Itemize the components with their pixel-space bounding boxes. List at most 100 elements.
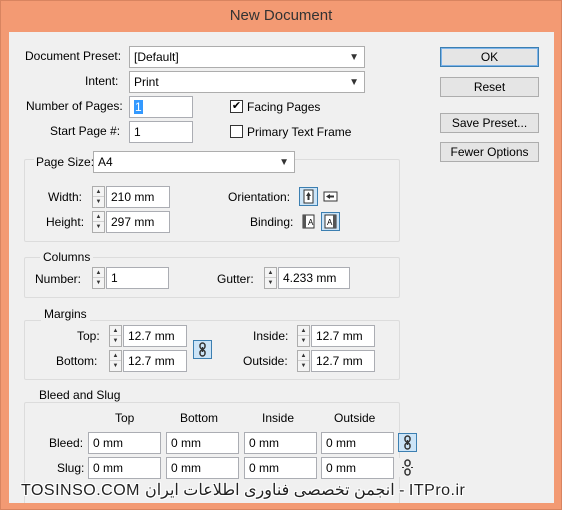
arrow-down-icon[interactable]: ▼ xyxy=(93,222,104,232)
binding-right-to-left-icon[interactable]: A xyxy=(321,212,340,231)
facing-pages-label: Facing Pages xyxy=(247,100,321,114)
bleed-slug-title: Bleed and Slug xyxy=(36,388,124,402)
margin-bottom-label: Bottom: xyxy=(56,354,98,368)
columns-number-value: 1 xyxy=(111,271,118,285)
arrow-up-icon[interactable]: ▲ xyxy=(298,351,309,361)
bleed-top-input[interactable]: 0 mm xyxy=(88,432,161,454)
gutter-input[interactable]: 4.233 mm xyxy=(278,267,350,289)
columns-number-input[interactable]: 1 xyxy=(106,267,169,289)
margin-bottom-stepper[interactable]: ▲ ▼ xyxy=(109,350,122,372)
height-label: Height: xyxy=(46,215,85,229)
arrow-down-icon[interactable]: ▼ xyxy=(298,361,309,371)
arrow-down-icon[interactable]: ▼ xyxy=(265,278,276,288)
svg-text:A: A xyxy=(308,218,314,227)
arrow-up-icon[interactable]: ▲ xyxy=(265,268,276,278)
facing-pages-checkbox[interactable]: ✔ xyxy=(230,100,243,113)
slug-top-input[interactable]: 0 mm xyxy=(88,457,161,479)
columns-number-stepper[interactable]: ▲ ▼ xyxy=(92,267,105,289)
start-page-input[interactable]: 1 xyxy=(129,121,193,143)
window-title: New Document xyxy=(229,7,333,24)
document-preset-label: Document Preset: xyxy=(25,49,122,63)
gutter-label: Gutter: xyxy=(217,272,254,286)
bleed-link-icon[interactable] xyxy=(398,433,417,452)
margin-outside-label: Outside: xyxy=(243,354,288,368)
fewer-options-button[interactable]: Fewer Options xyxy=(440,142,539,162)
intent-value: Print xyxy=(134,75,159,89)
slug-top-value: 0 mm xyxy=(93,461,123,475)
margin-inside-label: Inside: xyxy=(253,329,289,343)
arrow-down-icon[interactable]: ▼ xyxy=(298,336,309,346)
page-size-select[interactable]: A4 ▼ xyxy=(93,151,295,173)
number-of-pages-label: Number of Pages: xyxy=(26,99,123,113)
bleed-label: Bleed: xyxy=(49,436,84,450)
arrow-up-icon[interactable]: ▲ xyxy=(93,212,104,222)
chevron-down-icon: ▼ xyxy=(349,52,359,63)
landscape-orientation-icon[interactable] xyxy=(321,187,340,206)
height-input[interactable]: 297 mm xyxy=(106,211,170,233)
arrow-down-icon[interactable]: ▼ xyxy=(93,197,104,207)
gutter-value: 4.233 mm xyxy=(283,271,337,285)
bleed-outside-value: 0 mm xyxy=(326,436,356,450)
arrow-up-icon[interactable]: ▲ xyxy=(110,326,121,336)
number-of-pages-input[interactable]: 1 xyxy=(129,96,193,118)
bleed-top-value: 0 mm xyxy=(93,436,123,450)
gutter-stepper[interactable]: ▲ ▼ xyxy=(264,267,277,289)
primary-text-frame-checkbox[interactable] xyxy=(230,125,243,138)
slug-bottom-input[interactable]: 0 mm xyxy=(166,457,239,479)
arrow-up-icon[interactable]: ▲ xyxy=(93,187,104,197)
document-preset-value: [Default] xyxy=(134,50,179,64)
slug-outside-value: 0 mm xyxy=(326,461,356,475)
save-preset-button[interactable]: Save Preset... xyxy=(440,113,539,133)
margin-inside-stepper[interactable]: ▲ ▼ xyxy=(297,325,310,347)
margin-bottom-input[interactable]: 12.7 mm xyxy=(123,350,187,372)
bleed-bottom-input[interactable]: 0 mm xyxy=(166,432,239,454)
margin-inside-value: 12.7 mm xyxy=(316,329,363,343)
page-size-label: Page Size: xyxy=(34,155,97,169)
arrow-down-icon[interactable]: ▼ xyxy=(93,278,104,288)
intent-select[interactable]: Print ▼ xyxy=(129,71,365,93)
margin-top-stepper[interactable]: ▲ ▼ xyxy=(109,325,122,347)
ok-button[interactable]: OK xyxy=(440,47,539,67)
arrow-up-icon[interactable]: ▲ xyxy=(110,351,121,361)
document-preset-select[interactable]: [Default] ▼ xyxy=(129,46,365,68)
columns-number-label: Number: xyxy=(35,272,82,286)
binding-left-to-right-icon[interactable]: A xyxy=(299,212,318,231)
arrow-up-icon[interactable]: ▲ xyxy=(93,268,104,278)
slug-broken-link-icon[interactable] xyxy=(398,458,417,477)
arrow-down-icon[interactable]: ▼ xyxy=(110,361,121,371)
col-header-bottom: Bottom xyxy=(180,411,219,425)
bleed-outside-input[interactable]: 0 mm xyxy=(321,432,394,454)
reset-button[interactable]: Reset xyxy=(440,77,539,97)
dialog-body: Document Preset: [Default] ▼ Intent: Pri… xyxy=(9,32,554,503)
watermark-text: TOSINSO.COM انجمن تخصصی فناوری اطلاعات ا… xyxy=(21,482,466,499)
slug-outside-input[interactable]: 0 mm xyxy=(321,457,394,479)
margin-outside-input[interactable]: 12.7 mm xyxy=(311,350,375,372)
margin-outside-stepper[interactable]: ▲ ▼ xyxy=(297,350,310,372)
margin-inside-input[interactable]: 12.7 mm xyxy=(311,325,375,347)
arrow-up-icon[interactable]: ▲ xyxy=(298,326,309,336)
arrow-down-icon[interactable]: ▼ xyxy=(110,336,121,346)
bleed-inside-value: 0 mm xyxy=(249,436,279,450)
start-page-value: 1 xyxy=(134,125,141,139)
slug-inside-input[interactable]: 0 mm xyxy=(244,457,317,479)
chevron-down-icon: ▼ xyxy=(349,77,359,88)
bleed-inside-input[interactable]: 0 mm xyxy=(244,432,317,454)
height-stepper[interactable]: ▲ ▼ xyxy=(92,211,105,233)
col-header-inside: Inside xyxy=(262,411,295,425)
width-stepper[interactable]: ▲ ▼ xyxy=(92,186,105,208)
orientation-label: Orientation: xyxy=(228,190,291,204)
margin-top-input[interactable]: 12.7 mm xyxy=(123,325,187,347)
portrait-orientation-icon[interactable] xyxy=(299,187,318,206)
chain-link-icon[interactable] xyxy=(193,340,212,359)
primary-text-frame-label: Primary Text Frame xyxy=(247,125,352,139)
col-header-outside: Outside xyxy=(334,411,376,425)
intent-label: Intent: xyxy=(85,74,119,88)
slug-bottom-value: 0 mm xyxy=(171,461,201,475)
width-input[interactable]: 210 mm xyxy=(106,186,170,208)
width-label: Width: xyxy=(48,190,83,204)
svg-text:A: A xyxy=(327,218,333,227)
columns-title: Columns xyxy=(40,250,94,264)
margin-outside-value: 12.7 mm xyxy=(316,354,363,368)
number-of-pages-value: 1 xyxy=(134,100,143,114)
slug-label: Slug: xyxy=(57,461,85,475)
